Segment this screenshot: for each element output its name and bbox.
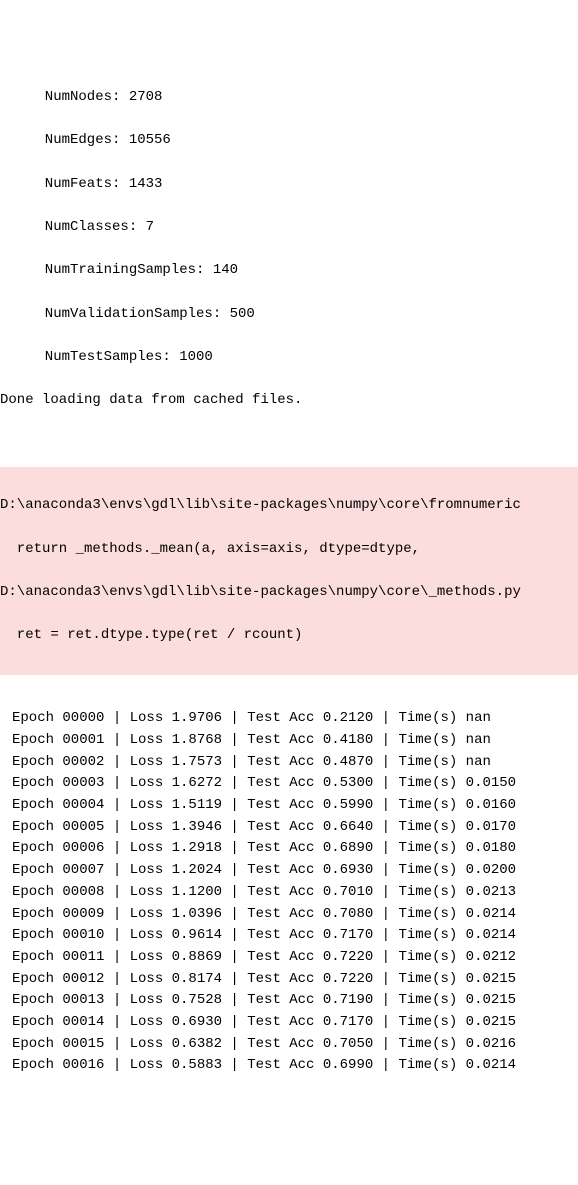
done-line: Done loading data from cached files.: [0, 390, 578, 412]
epoch-row: Epoch 00002 | Loss 1.7573 | Test Acc 0.4…: [12, 752, 578, 774]
epoch-log: Epoch 00000 | Loss 1.9706 | Test Acc 0.2…: [0, 708, 578, 1077]
warning-code-1: return _methods._mean(a, axis=axis, dtyp…: [0, 539, 578, 561]
epoch-row: Epoch 00013 | Loss 0.7528 | Test Acc 0.7…: [12, 990, 578, 1012]
epoch-row: Epoch 00014 | Loss 0.6930 | Test Acc 0.7…: [12, 1012, 578, 1034]
numclasses-line: NumClasses: 7: [0, 217, 578, 239]
numtest-line: NumTestSamples: 1000: [0, 347, 578, 369]
numtrain-line: NumTrainingSamples: 140: [0, 260, 578, 282]
numedges-line: NumEdges: 10556: [0, 130, 578, 152]
epoch-row: Epoch 00010 | Loss 0.9614 | Test Acc 0.7…: [12, 925, 578, 947]
numnodes-line: NumNodes: 2708: [0, 87, 578, 109]
dataset-header: NumNodes: 2708 NumEdges: 10556 NumFeats:…: [0, 65, 578, 434]
epoch-row: Epoch 00003 | Loss 1.6272 | Test Acc 0.5…: [12, 773, 578, 795]
epoch-row: Epoch 00009 | Loss 1.0396 | Test Acc 0.7…: [12, 904, 578, 926]
numfeats-line: NumFeats: 1433: [0, 174, 578, 196]
epoch-row: Epoch 00011 | Loss 0.8869 | Test Acc 0.7…: [12, 947, 578, 969]
warning-code-2: ret = ret.dtype.type(ret / rcount): [0, 625, 578, 647]
epoch-row: Epoch 00012 | Loss 0.8174 | Test Acc 0.7…: [12, 969, 578, 991]
warning-path-1: D:\anaconda3\envs\gdl\lib\site-packages\…: [0, 495, 578, 517]
epoch-row: Epoch 00016 | Loss 0.5883 | Test Acc 0.6…: [12, 1055, 578, 1077]
warning-path-2: D:\anaconda3\envs\gdl\lib\site-packages\…: [0, 582, 578, 604]
epoch-row: Epoch 00000 | Loss 1.9706 | Test Acc 0.2…: [12, 708, 578, 730]
epoch-row: Epoch 00006 | Loss 1.2918 | Test Acc 0.6…: [12, 838, 578, 860]
epoch-row: Epoch 00005 | Loss 1.3946 | Test Acc 0.6…: [12, 817, 578, 839]
epoch-row: Epoch 00004 | Loss 1.5119 | Test Acc 0.5…: [12, 795, 578, 817]
epoch-row: Epoch 00008 | Loss 1.1200 | Test Acc 0.7…: [12, 882, 578, 904]
epoch-row: Epoch 00007 | Loss 1.2024 | Test Acc 0.6…: [12, 860, 578, 882]
warning-block: D:\anaconda3\envs\gdl\lib\site-packages\…: [0, 467, 578, 674]
numvalid-line: NumValidationSamples: 500: [0, 304, 578, 326]
epoch-row: Epoch 00015 | Loss 0.6382 | Test Acc 0.7…: [12, 1034, 578, 1056]
epoch-row: Epoch 00001 | Loss 1.8768 | Test Acc 0.4…: [12, 730, 578, 752]
